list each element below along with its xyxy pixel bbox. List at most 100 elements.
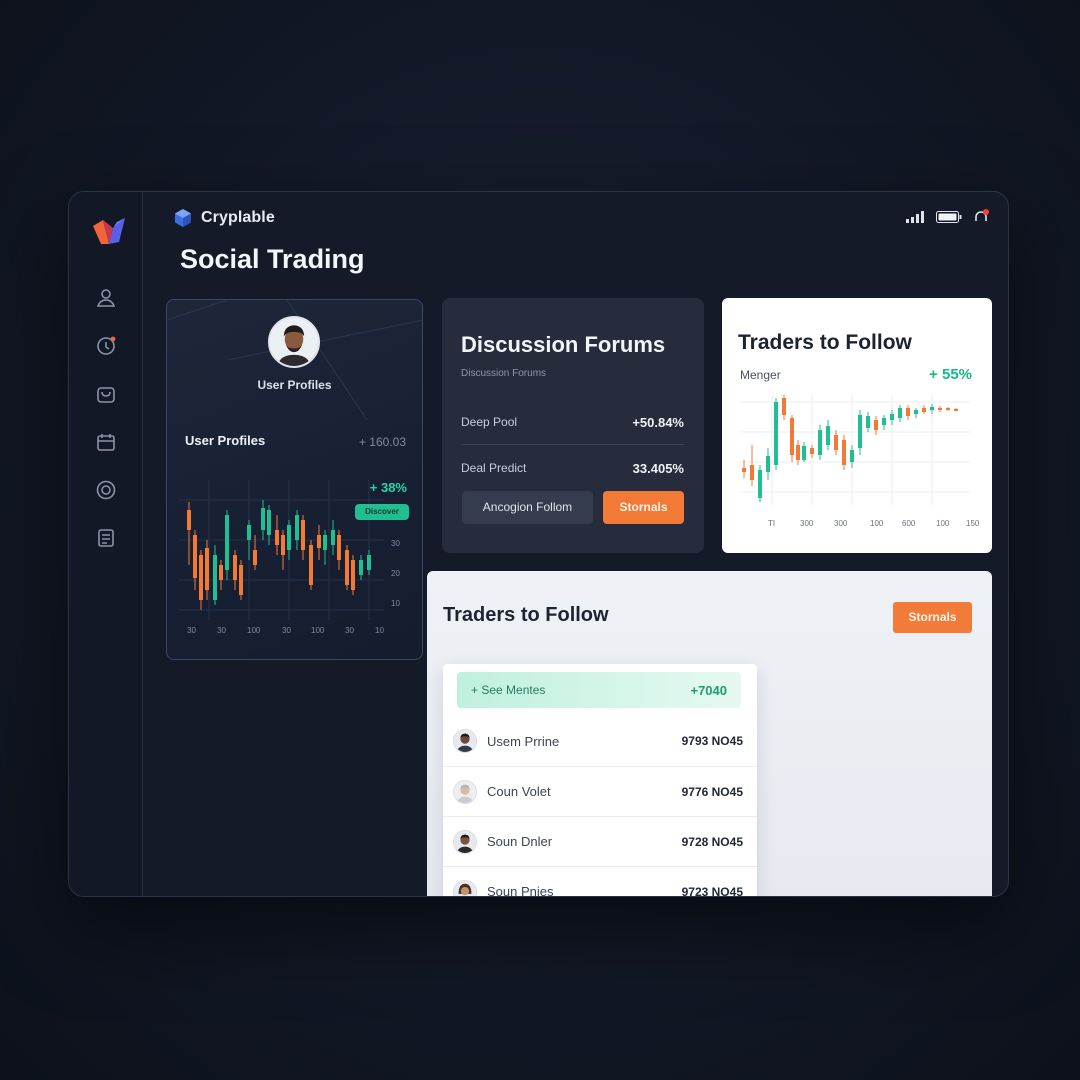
x-tick: 30 — [217, 626, 226, 635]
target-icon[interactable] — [94, 478, 118, 502]
avatar — [453, 829, 477, 854]
trader-row[interactable]: Coun Volet 9776 NO45 — [443, 766, 757, 816]
candle-body — [834, 435, 838, 450]
candle-body — [790, 418, 794, 455]
candle-body — [253, 550, 257, 565]
traders-list: + See Mentes +7040 Usem Prrine 9793 NO45… — [443, 664, 757, 897]
traders-candlestick-chart: TI 300 300 100 600 100 150 — [740, 395, 980, 528]
candle-body — [890, 414, 894, 420]
x-tick: 150 — [966, 519, 980, 528]
candle-body — [261, 508, 265, 530]
candle-body — [317, 535, 321, 548]
app-logo-icon[interactable] — [91, 214, 127, 248]
forum-row[interactable]: Deep Pool +50.84% — [461, 399, 684, 445]
candle-body — [802, 446, 806, 460]
profile-change: + 38% — [369, 480, 407, 495]
candle-body — [205, 548, 209, 590]
forum-value: 33.405% — [632, 460, 684, 476]
x-tick: 600 — [902, 519, 916, 528]
status-badge[interactable]: Discover — [355, 504, 409, 520]
signals-button[interactable]: Stornals — [893, 602, 972, 633]
signal-icon — [906, 211, 924, 223]
candle-body — [239, 565, 243, 595]
trader-value: 9793 NO45 — [681, 734, 743, 748]
page-title: Social Trading — [180, 244, 365, 274]
trader-row[interactable]: Soun Pnies 9723 NO45 — [443, 866, 757, 897]
document-icon[interactable] — [94, 526, 118, 550]
clock-icon[interactable] — [94, 334, 118, 358]
see-more-label: + See Mentes — [471, 683, 546, 697]
candle-body — [193, 535, 197, 578]
candle-body — [946, 408, 950, 410]
notification-icon[interactable] — [972, 209, 990, 225]
candle-body — [301, 520, 305, 550]
candle-body — [796, 445, 800, 460]
candle-body — [281, 535, 285, 555]
see-more-value: +7040 — [690, 682, 727, 698]
user-profile-card[interactable]: User Profiles User Profiles + 160.03 30 … — [166, 299, 423, 660]
forum-value: +50.84% — [632, 414, 684, 430]
user-icon[interactable] — [94, 286, 118, 310]
candle-body — [954, 409, 958, 411]
candle-body — [758, 470, 762, 498]
avatar — [453, 729, 477, 753]
candle-body — [351, 560, 355, 590]
calendar-icon[interactable] — [94, 430, 118, 454]
y-tick: 10 — [391, 599, 400, 608]
candle-body — [922, 408, 926, 412]
candle-body — [766, 456, 770, 472]
change-value: + 55% — [929, 366, 972, 383]
candle-body — [287, 525, 291, 550]
profile-count: + 160.03 — [358, 435, 406, 449]
candle-body — [247, 525, 251, 540]
sidebar — [69, 192, 143, 896]
candle-body — [323, 535, 327, 550]
trader-row[interactable]: Soun Dnler 9728 NO45 — [443, 816, 757, 866]
brand-icon — [175, 209, 191, 227]
candle-body — [275, 530, 279, 545]
candle-body — [337, 535, 341, 560]
x-tick: 300 — [800, 519, 814, 528]
forum-row[interactable]: Deal Predict 33.405% — [461, 445, 684, 491]
candle-body — [914, 410, 918, 414]
trader-row[interactable]: Usem Prrine 9793 NO45 — [443, 716, 757, 766]
x-tick: 100 — [870, 519, 884, 528]
brand[interactable]: Cryplable — [173, 208, 275, 228]
candle-body — [219, 565, 223, 580]
see-more-row[interactable]: + See Mentes +7040 — [457, 672, 741, 708]
candle-body — [331, 530, 335, 545]
candle-body — [742, 468, 746, 472]
trader-value: 9728 NO45 — [681, 834, 743, 849]
brand-name: Cryplable — [201, 209, 275, 226]
follow-button[interactable]: Ancogion Follom — [462, 491, 593, 524]
candle-body — [882, 418, 886, 425]
card-title: Traders to Follow — [738, 331, 912, 354]
x-tick: TI — [768, 519, 775, 528]
trader-name: Soun Pnies — [487, 884, 554, 897]
candle-body — [866, 416, 870, 428]
candle-body — [818, 430, 822, 455]
candle-body — [858, 415, 862, 448]
candle-body — [938, 408, 942, 410]
candle-body — [750, 465, 754, 480]
battery-icon — [936, 211, 962, 223]
candle-body — [309, 545, 313, 585]
candle-body — [826, 426, 830, 445]
candle-body — [930, 407, 934, 410]
card-subtitle: Menger — [740, 368, 781, 382]
signals-button[interactable]: Stornals — [603, 491, 684, 524]
trader-name: Usem Prrine — [487, 733, 560, 749]
candle-body — [906, 408, 910, 416]
x-tick: 100 — [936, 519, 950, 528]
x-tick: 100 — [311, 626, 325, 635]
avatar[interactable] — [268, 316, 320, 368]
candle-body — [842, 440, 846, 465]
candle-body — [810, 448, 814, 454]
candle-body — [367, 555, 371, 570]
candle-body — [359, 560, 363, 575]
app-window: Cryplable Social Trading User Profiles U… — [68, 191, 1009, 897]
x-tick: 100 — [247, 626, 261, 635]
candle-body — [782, 398, 786, 415]
traders-list-panel: Traders to Follow Stornals + See Mentes … — [427, 571, 992, 897]
bag-icon[interactable] — [94, 382, 118, 406]
